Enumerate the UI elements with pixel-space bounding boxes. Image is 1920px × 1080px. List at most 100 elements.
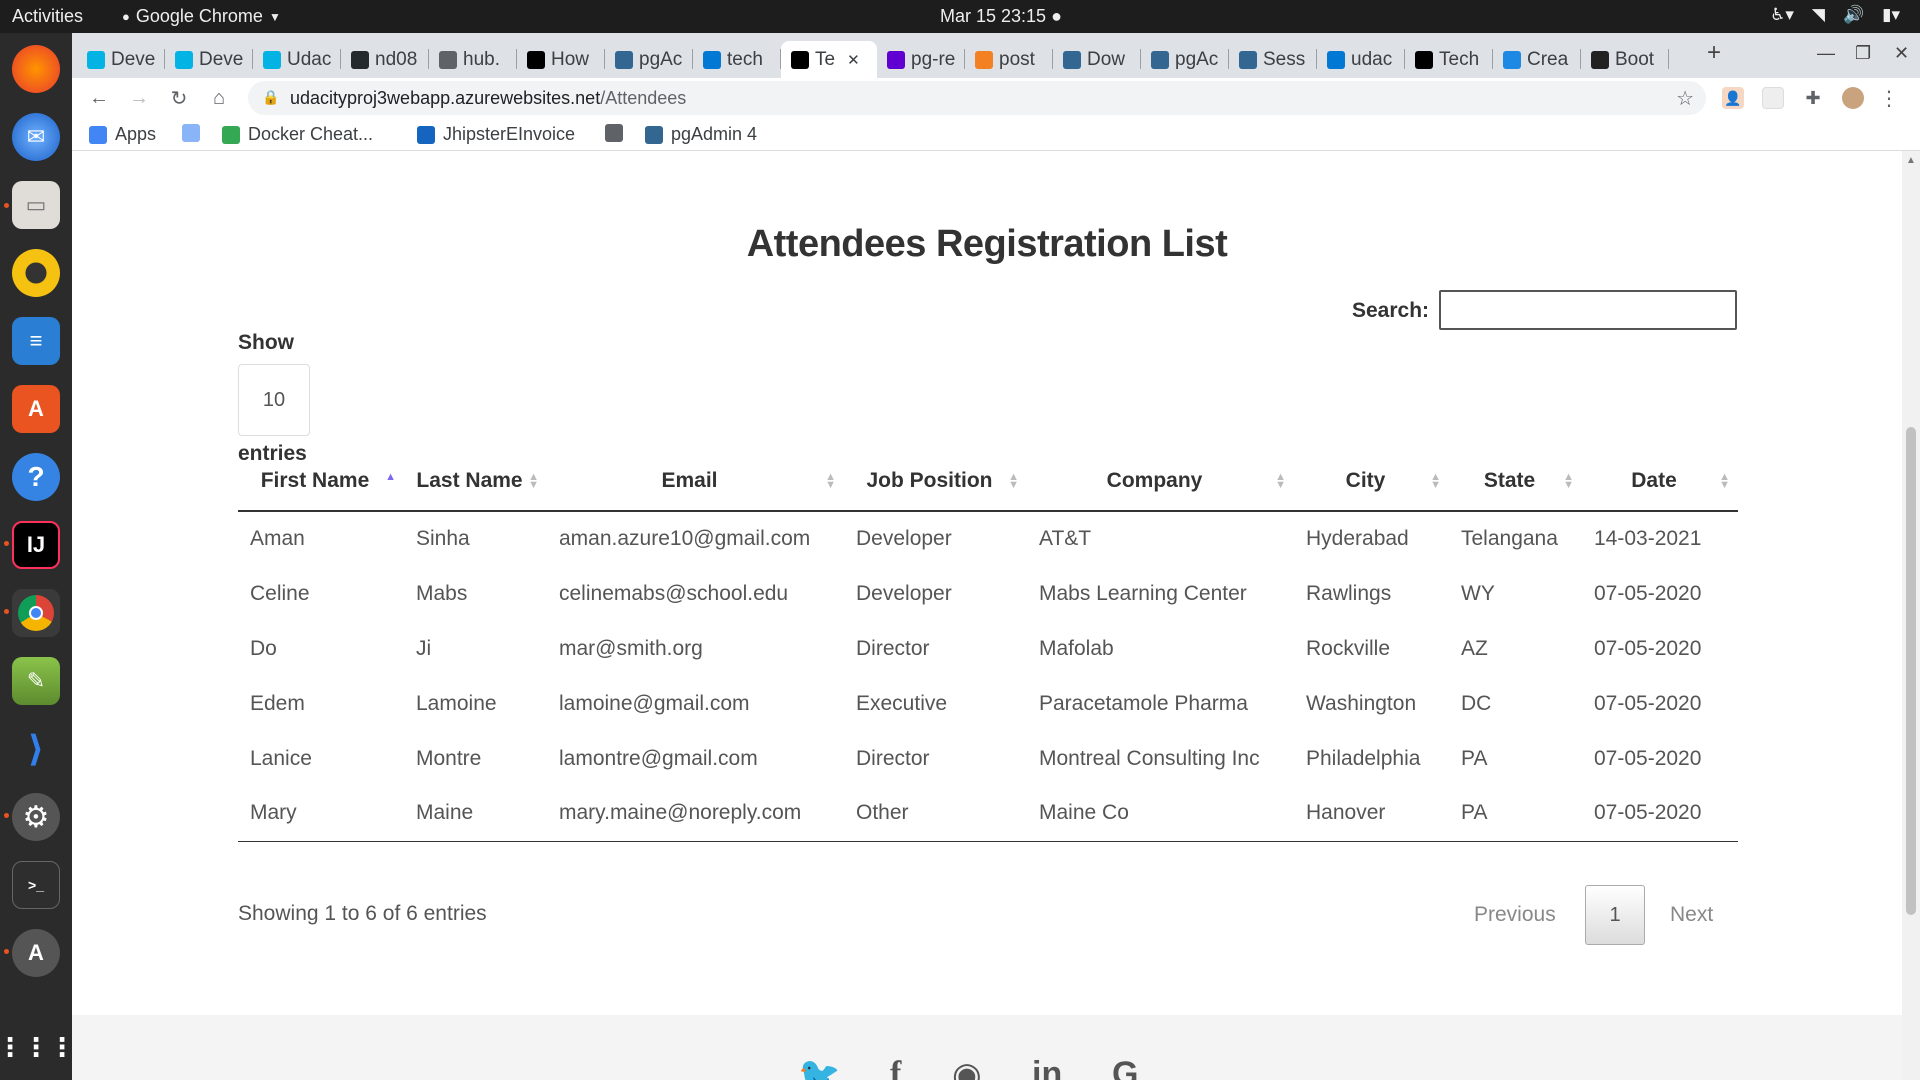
close-tab-icon[interactable]: ✕ [847, 51, 860, 69]
browser-tab[interactable]: Udac [253, 41, 341, 78]
table-cell: Mabs [416, 581, 468, 605]
bookmark-star-icon[interactable]: ☆ [1676, 86, 1694, 111]
files-icon[interactable]: ▭ [12, 181, 60, 229]
rhythmbox-icon[interactable] [12, 249, 60, 297]
column-header[interactable]: Date ▲ ▼ [1582, 451, 1738, 512]
browser-tab[interactable]: Te ✕ [781, 41, 877, 78]
activities-button[interactable]: Activities [12, 6, 83, 27]
browser-tab[interactable]: Tech [1405, 41, 1493, 78]
minimize-icon[interactable]: — [1817, 43, 1835, 64]
browser-tab[interactable]: tech [693, 41, 781, 78]
image-bookmark[interactable] [182, 124, 200, 142]
tab-label: pg-re [911, 48, 956, 70]
gimp-icon[interactable]: ✎ [12, 657, 60, 705]
libreoffice-writer-icon[interactable]: ≡ [12, 317, 60, 365]
forward-icon[interactable]: → [125, 84, 153, 112]
lock-icon[interactable]: 🔒 [262, 89, 279, 106]
vscode-icon[interactable]: ⟩ [12, 725, 60, 773]
browser-tab[interactable]: How [517, 41, 605, 78]
table-cell: celinemabs@school.edu [559, 581, 789, 605]
column-header[interactable]: Last Name ▲ ▼ [404, 451, 547, 512]
browser-tab[interactable]: Boot [1581, 41, 1669, 78]
system-tray[interactable]: ♿▾ ◥ 🔊 ▮▾ [1770, 5, 1900, 25]
back-icon[interactable]: ← [85, 84, 113, 112]
next-page-button[interactable]: Next [1670, 903, 1713, 927]
kebab-menu-icon[interactable]: ⋮ [1878, 87, 1900, 110]
chrome-icon[interactable] [12, 589, 60, 637]
tab-favicon-icon [351, 50, 369, 69]
browser-tab[interactable]: nd08 [341, 41, 429, 78]
volume-icon[interactable]: 🔊 [1843, 5, 1864, 25]
github-icon[interactable]: ◉ [952, 1055, 982, 1080]
twitter-icon[interactable]: 🐦 [798, 1055, 840, 1080]
browser-tab[interactable]: Dow [1053, 41, 1141, 78]
jhipster-icon [417, 125, 435, 144]
restore-icon[interactable]: ❐ [1855, 43, 1871, 64]
browser-tab[interactable]: udac [1317, 41, 1405, 78]
browser-tab[interactable]: Deve [77, 41, 165, 78]
tab-label: pgAc [639, 48, 683, 70]
browser-tab[interactable]: Deve [165, 41, 253, 78]
browser-tab[interactable]: hub. [429, 41, 517, 78]
battery-icon[interactable]: ▮▾ [1882, 5, 1900, 25]
ubuntu-software-icon[interactable]: A [12, 385, 60, 433]
terminal-icon[interactable]: >_ [12, 861, 60, 909]
close-window-icon[interactable]: ✕ [1894, 43, 1909, 64]
tab-favicon-icon [1591, 50, 1609, 69]
column-header-label: Job Position [866, 468, 993, 492]
jhipster-bookmark[interactable]: JhipsterEInvoice [417, 124, 575, 145]
browser-tab[interactable]: post [965, 41, 1053, 78]
extensions-puzzle-icon[interactable]: ✚ [1802, 87, 1824, 109]
settings-icon[interactable]: ⚙ [12, 793, 60, 841]
reload-icon[interactable]: ↻ [165, 84, 193, 112]
docker-bookmark[interactable]: Docker Cheat... [222, 124, 373, 145]
docker-icon [222, 125, 240, 144]
wifi-icon[interactable]: ◥ [1812, 5, 1825, 25]
scroll-thumb[interactable] [1906, 427, 1916, 915]
browser-tab[interactable]: pgAc [1141, 41, 1229, 78]
address-bar[interactable]: 🔒 udacityproj3webapp.azurewebsites.net/A… [248, 81, 1706, 115]
intellij-icon[interactable]: IJ [12, 521, 60, 569]
search-input[interactable] [1439, 290, 1737, 330]
google-icon[interactable]: G [1112, 1055, 1138, 1080]
thunderbird-icon[interactable]: ✉ [12, 113, 60, 161]
page-scrollbar[interactable]: ▲ [1902, 151, 1920, 1080]
browser-tab[interactable]: pgAc [605, 41, 693, 78]
table-cell: Washington [1306, 691, 1417, 715]
firefox-icon[interactable] [12, 45, 60, 93]
clock[interactable]: Mar 15 23:15 ● [940, 6, 1062, 27]
home-icon[interactable]: ⌂ [205, 84, 233, 112]
column-header[interactable]: Email ▲ ▼ [547, 451, 844, 512]
sort-icon: ▲ ▼ [1563, 471, 1574, 491]
previous-page-button[interactable]: Previous [1474, 903, 1556, 927]
globe-bookmark[interactable] [605, 124, 623, 142]
apps-bookmark[interactable]: Apps [89, 124, 156, 145]
software-updater-icon[interactable]: A [12, 929, 60, 977]
browser-tab[interactable]: pg-re [877, 41, 965, 78]
linkedin-icon[interactable]: in [1032, 1055, 1062, 1080]
browser-tab[interactable]: Sess [1229, 41, 1317, 78]
url-text[interactable]: udacityproj3webapp.azurewebsites.net/Att… [290, 88, 686, 109]
column-header[interactable]: First Name ▲ [238, 451, 404, 512]
profile-avatar[interactable] [1842, 87, 1864, 109]
app-menu[interactable]: ● Google Chrome ▼ [122, 6, 281, 27]
extension-avatar-icon[interactable]: 👤 [1722, 87, 1744, 109]
column-header[interactable]: City ▲ ▼ [1294, 451, 1449, 512]
new-tab-icon[interactable]: + [1707, 39, 1721, 67]
column-header[interactable]: State ▲ ▼ [1449, 451, 1582, 512]
show-apps-icon[interactable]: ⋮⋮⋮ [0, 1023, 75, 1071]
scroll-up-icon[interactable]: ▲ [1906, 155, 1916, 166]
table-cell: Lanice [250, 746, 312, 770]
pgadmin-bookmark[interactable]: pgAdmin 4 [645, 124, 757, 145]
entries-per-page-select[interactable]: 10 [238, 364, 310, 436]
tab-favicon-icon [1151, 50, 1169, 69]
extension-blank-icon[interactable] [1762, 87, 1784, 109]
accessibility-icon[interactable]: ♿▾ [1770, 5, 1794, 25]
facebook-icon[interactable]: f [890, 1055, 901, 1080]
column-header[interactable]: Company ▲ ▼ [1027, 451, 1294, 512]
column-header[interactable]: Job Position ▲ ▼ [844, 451, 1027, 512]
current-page-button[interactable]: 1 [1585, 885, 1645, 945]
help-icon[interactable]: ? [12, 453, 60, 501]
browser-tab[interactable]: Crea [1493, 41, 1581, 78]
page-content: Attendees Registration List Show 10 entr… [72, 151, 1902, 1080]
